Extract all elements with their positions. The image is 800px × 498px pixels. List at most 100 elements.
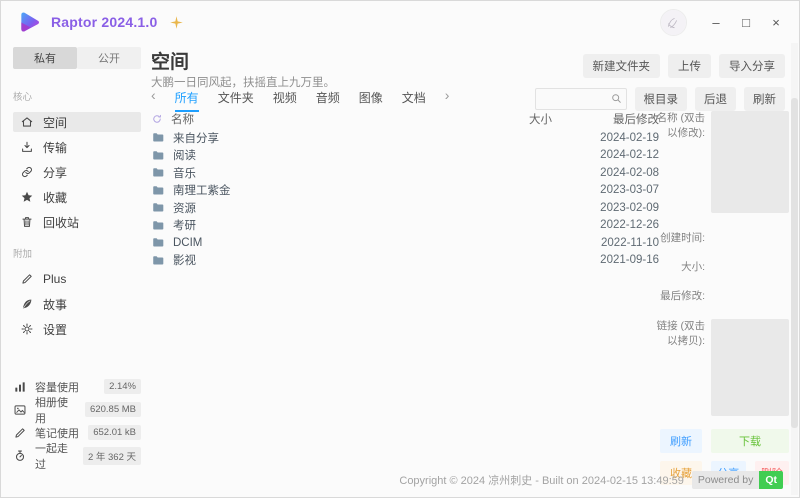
stat-value-badge: 652.01 kB xyxy=(88,425,141,440)
link-field[interactable] xyxy=(711,318,789,416)
folder-icon xyxy=(151,236,165,249)
back-button[interactable]: 后退 xyxy=(695,87,736,111)
top-actions: 新建文件夹 上传 导入分享 xyxy=(582,54,785,78)
titlebar: Raptor 2024.1.0 – □ × xyxy=(1,1,799,43)
table-row[interactable]: DCIM 2022-11-10 xyxy=(151,234,659,252)
modified-label: 最后修改: xyxy=(660,290,705,303)
sidebar-item-label: 传输 xyxy=(43,140,68,155)
root-dir-button[interactable]: 根目录 xyxy=(634,87,687,111)
sidebar-nav-core: 空间 传输 分享 收藏 回收站 xyxy=(13,112,141,232)
pencil-icon xyxy=(13,426,27,440)
new-folder-button[interactable]: 新建文件夹 xyxy=(582,54,660,78)
avatar-sketch-image xyxy=(661,9,686,35)
sidebar-item-label: 故事 xyxy=(43,297,68,312)
file-modified: 2024-02-12 xyxy=(600,149,659,162)
sidebar-section-extra: 附加 xyxy=(13,249,33,260)
name-field[interactable] xyxy=(711,111,789,213)
table-row[interactable]: 音乐 2024-02-08 xyxy=(151,164,659,182)
file-modified: 2022-12-26 xyxy=(600,219,659,232)
page-subtitle: 大鹏一日同风起，扶摇直上九万里。 xyxy=(151,77,335,89)
sidebar-item-transfer[interactable]: 传输 xyxy=(13,137,141,157)
pin-icon xyxy=(169,15,184,30)
stat-value-badge: 2 年 362 天 xyxy=(82,446,141,465)
detail-refresh-button[interactable]: 刷新 xyxy=(660,428,702,453)
file-modified: 2024-02-19 xyxy=(600,131,659,144)
tab-private[interactable]: 私有 xyxy=(13,47,77,69)
link-icon xyxy=(20,165,34,179)
sidebar-item-label: 空间 xyxy=(43,115,68,130)
table-row[interactable]: 来自分享 2024-02-19 xyxy=(151,129,659,147)
home-icon xyxy=(20,115,34,129)
sidebar-item-space[interactable]: 空间 xyxy=(13,112,141,132)
user-avatar[interactable] xyxy=(660,8,687,36)
upload-button[interactable]: 上传 xyxy=(668,54,711,78)
table-row[interactable]: 考研 2022-12-26 xyxy=(151,217,659,235)
import-share-button[interactable]: 导入分享 xyxy=(719,54,785,78)
tab-public[interactable]: 公开 xyxy=(77,47,141,69)
star-icon xyxy=(20,190,34,204)
table-row[interactable]: 阅读 2024-02-12 xyxy=(151,147,659,165)
stat-label: 一起走过 xyxy=(35,442,68,471)
vertical-scrollbar[interactable] xyxy=(791,43,798,495)
sidebar-item-label: 回收站 xyxy=(43,215,80,230)
powered-by-badge: Powered by Qt xyxy=(691,471,783,489)
minimize-button[interactable]: – xyxy=(701,8,731,36)
column-size[interactable]: 大小 xyxy=(529,111,584,127)
folder-icon xyxy=(151,201,165,214)
file-name: 南理工紫金 xyxy=(173,185,231,198)
sidebar-item-favorites[interactable]: 收藏 xyxy=(13,187,141,207)
sidebar-item-label: Plus xyxy=(43,272,67,286)
image-icon xyxy=(13,403,27,417)
powered-by-label: Powered by xyxy=(691,471,760,489)
file-name: 来自分享 xyxy=(173,132,219,145)
close-button[interactable]: × xyxy=(761,8,791,36)
chevron-right-icon[interactable]: › xyxy=(445,88,450,102)
file-modified: 2023-02-09 xyxy=(600,201,659,214)
sidebar-nav-extra: Plus 故事 设置 xyxy=(13,269,141,339)
maximize-button[interactable]: □ xyxy=(731,8,761,36)
search-box xyxy=(534,88,627,110)
sidebar-item-plus[interactable]: Plus xyxy=(13,269,141,289)
folder-icon xyxy=(151,254,165,267)
app-logo-icon xyxy=(17,9,43,35)
file-table: 名称 大小 最后修改 来自分享 2024-02-19 阅读 2024-02-12… xyxy=(151,109,659,269)
refresh-button[interactable]: 刷新 xyxy=(744,87,785,111)
pen-icon xyxy=(20,272,34,286)
sidebar-item-recycle-bin[interactable]: 回收站 xyxy=(13,212,141,232)
stat-value-badge: 620.85 MB xyxy=(85,402,141,417)
sidebar-item-story[interactable]: 故事 xyxy=(13,294,141,314)
file-modified: 2023-03-07 xyxy=(600,184,659,197)
created-label: 创建时间: xyxy=(660,232,705,244)
column-modified[interactable]: 最后修改 xyxy=(584,111,659,127)
window-controls: – □ × xyxy=(660,8,791,36)
sidebar-item-share[interactable]: 分享 xyxy=(13,162,141,182)
qt-badge: Qt xyxy=(759,471,783,489)
page-title: 空间 xyxy=(151,52,190,73)
table-row[interactable]: 影视 2021-09-16 xyxy=(151,252,659,270)
app-window: Raptor 2024.1.0 – □ × 私有 公开 核心 空间 传输 分享 … xyxy=(0,0,800,498)
scrollbar-thumb[interactable] xyxy=(791,98,798,428)
detail-download-button[interactable]: 下载 xyxy=(711,428,789,453)
bar-chart-icon xyxy=(13,380,27,394)
file-name: 资源 xyxy=(173,202,196,215)
sidebar-item-label: 分享 xyxy=(43,165,68,180)
search-nav: 根目录 后退 刷新 xyxy=(534,87,785,111)
sidebar: 私有 公开 核心 空间 传输 分享 收藏 回收站 附加 Plus 故事 设置 容… xyxy=(1,43,149,497)
refresh-list-icon[interactable] xyxy=(151,113,163,125)
link-field-label: 链接 (双击以拷贝): xyxy=(656,319,705,347)
trash-icon xyxy=(20,215,34,229)
file-modified: 2024-02-08 xyxy=(600,166,659,179)
file-name: 考研 xyxy=(173,220,196,233)
column-name[interactable]: 名称 xyxy=(171,111,194,127)
folder-icon xyxy=(151,149,165,162)
table-row[interactable]: 资源 2023-02-09 xyxy=(151,199,659,217)
download-icon xyxy=(20,140,34,154)
medal-icon xyxy=(13,449,27,463)
search-icon[interactable] xyxy=(610,92,623,105)
sidebar-item-settings[interactable]: 设置 xyxy=(13,319,141,339)
folder-icon xyxy=(151,166,165,179)
chevron-left-icon[interactable]: ‹ xyxy=(151,88,156,102)
table-row[interactable]: 南理工紫金 2023-03-07 xyxy=(151,182,659,200)
file-name: DCIM xyxy=(173,236,203,249)
folder-icon xyxy=(151,184,165,197)
